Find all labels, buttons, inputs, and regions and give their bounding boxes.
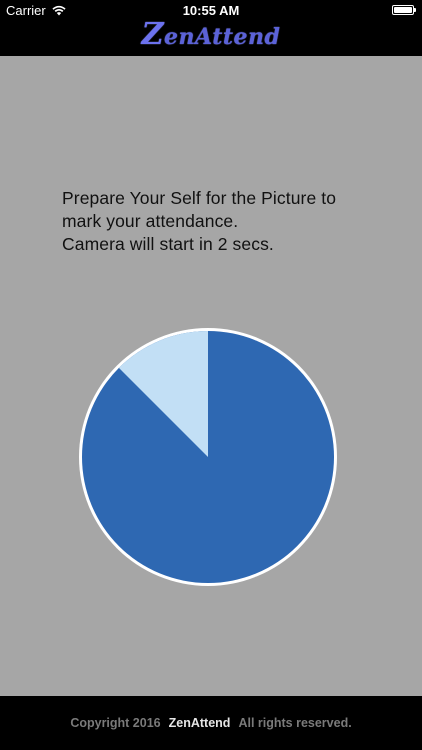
countdown-timer-pie [79, 328, 337, 586]
status-bar: Carrier 10:55 AM [0, 0, 422, 20]
footer-copyright: Copyright 2016 [70, 716, 161, 730]
nav-bar: ZenAttend [0, 20, 422, 56]
app-logo: ZenAttend [0, 20, 422, 52]
status-time: 10:55 AM [182, 3, 240, 18]
instruction-message: Prepare Your Self for the Picture to mar… [62, 187, 402, 256]
footer-brand: ZenAttend [168, 716, 231, 730]
logo-initial: Z [141, 17, 165, 52]
footer-rights: All rights reserved. [238, 716, 352, 730]
message-line-2: mark your attendance. [62, 211, 239, 231]
logo-rest: enAttend [164, 24, 281, 50]
footer: Copyright 2016 ZenAttend All rights rese… [0, 696, 422, 750]
battery-icon [392, 5, 416, 15]
message-line-3: Camera will start in 2 secs. [62, 234, 274, 254]
message-line-1: Prepare Your Self for the Picture to [62, 188, 337, 208]
